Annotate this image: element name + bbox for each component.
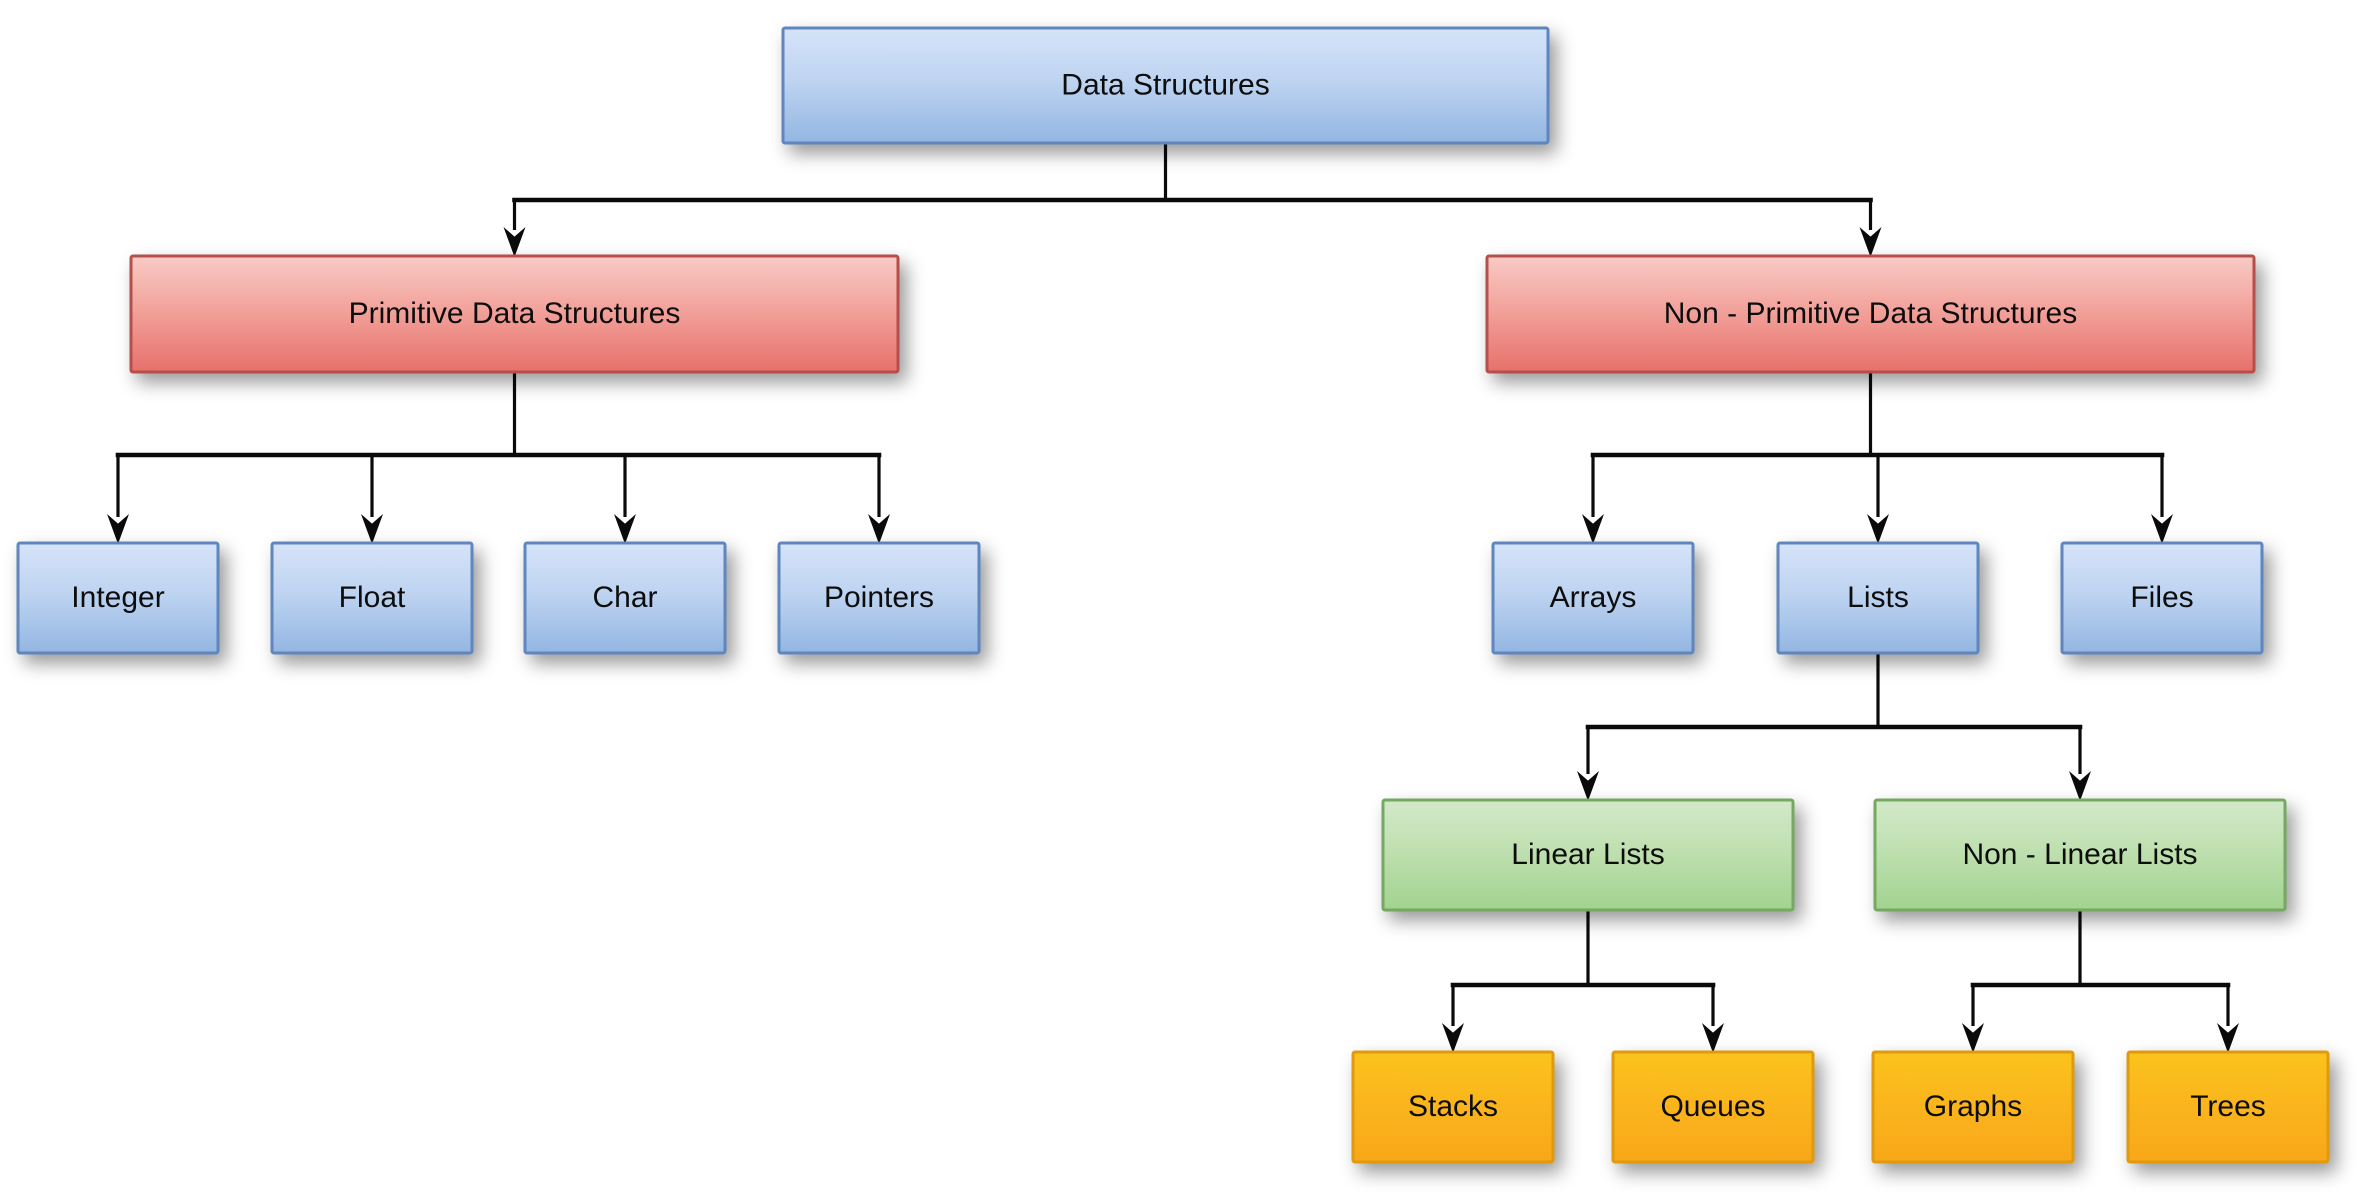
arrowhead-to-char bbox=[614, 514, 636, 544]
node-box-queues[interactable] bbox=[1611, 1050, 1815, 1164]
node-box-integer[interactable] bbox=[16, 541, 220, 655]
node-box-files[interactable] bbox=[2060, 541, 2264, 655]
node-box-pointers[interactable] bbox=[777, 541, 981, 655]
node-float[interactable]: Float bbox=[270, 541, 474, 655]
edge-group-from-data-structures bbox=[503, 143, 1882, 257]
data-structures-diagram: Data Structures Primitive Data Structures… bbox=[0, 0, 2369, 1199]
node-lists[interactable]: Lists bbox=[1776, 541, 1980, 655]
arrowhead-to-stacks bbox=[1442, 1023, 1464, 1053]
diagram-canvas: Data Structures Primitive Data Structures… bbox=[16, 26, 2330, 1164]
node-non-linear-lists[interactable]: Non - Linear Lists bbox=[1873, 798, 2287, 912]
arrowhead-to-queues bbox=[1702, 1023, 1724, 1053]
arrowhead-to-integer bbox=[107, 514, 129, 544]
arrowhead-to-files bbox=[2151, 514, 2173, 544]
node-stacks[interactable]: Stacks bbox=[1351, 1050, 1555, 1164]
node-queues[interactable]: Queues bbox=[1611, 1050, 1815, 1164]
edge-group-from-non-primitive-data-structures bbox=[1582, 372, 2173, 544]
node-files[interactable]: Files bbox=[2060, 541, 2264, 655]
node-pointers[interactable]: Pointers bbox=[777, 541, 981, 655]
arrowhead-to-graphs bbox=[1962, 1023, 1984, 1053]
edge-group-from-primitive-data-structures bbox=[107, 372, 890, 544]
arrowhead-to-non-linear-lists bbox=[2069, 771, 2091, 801]
node-box-stacks[interactable] bbox=[1351, 1050, 1555, 1164]
node-data-structures[interactable]: Data Structures bbox=[781, 26, 1550, 145]
arrowhead-to-linear-lists bbox=[1577, 771, 1599, 801]
node-box-char[interactable] bbox=[523, 541, 727, 655]
node-primitive-data-structures[interactable]: Primitive Data Structures bbox=[129, 254, 900, 374]
node-box-arrays[interactable] bbox=[1491, 541, 1695, 655]
arrowhead-to-pointers bbox=[868, 514, 890, 544]
arrowhead-to-trees bbox=[2217, 1023, 2239, 1053]
node-box-trees[interactable] bbox=[2126, 1050, 2330, 1164]
node-box-primitive-data-structures[interactable] bbox=[129, 254, 900, 374]
arrowhead-to-primitive-data-structures bbox=[503, 227, 526, 257]
node-box-linear-lists[interactable] bbox=[1381, 798, 1795, 912]
node-char[interactable]: Char bbox=[523, 541, 727, 655]
node-non-primitive-data-structures[interactable]: Non - Primitive Data Structures bbox=[1485, 254, 2256, 374]
node-box-non-linear-lists[interactable] bbox=[1873, 798, 2287, 912]
node-arrays[interactable]: Arrays bbox=[1491, 541, 1695, 655]
arrowhead-to-arrays bbox=[1582, 514, 1604, 544]
edge-group-from-lists bbox=[1577, 653, 2091, 801]
arrowhead-to-lists bbox=[1867, 514, 1889, 544]
arrowhead-to-non-primitive-data-structures bbox=[1859, 227, 1882, 257]
node-box-float[interactable] bbox=[270, 541, 474, 655]
node-box-lists[interactable] bbox=[1776, 541, 1980, 655]
node-graphs[interactable]: Graphs bbox=[1871, 1050, 2075, 1164]
node-integer[interactable]: Integer bbox=[16, 541, 220, 655]
node-box-non-primitive-data-structures[interactable] bbox=[1485, 254, 2256, 374]
node-linear-lists[interactable]: Linear Lists bbox=[1381, 798, 1795, 912]
node-box-graphs[interactable] bbox=[1871, 1050, 2075, 1164]
node-box-data-structures[interactable] bbox=[781, 26, 1550, 145]
node-trees[interactable]: Trees bbox=[2126, 1050, 2330, 1164]
edge-group-from-linear-lists bbox=[1442, 910, 1724, 1053]
arrowhead-to-float bbox=[361, 514, 383, 544]
edge-group-from-non-linear-lists bbox=[1962, 910, 2239, 1053]
